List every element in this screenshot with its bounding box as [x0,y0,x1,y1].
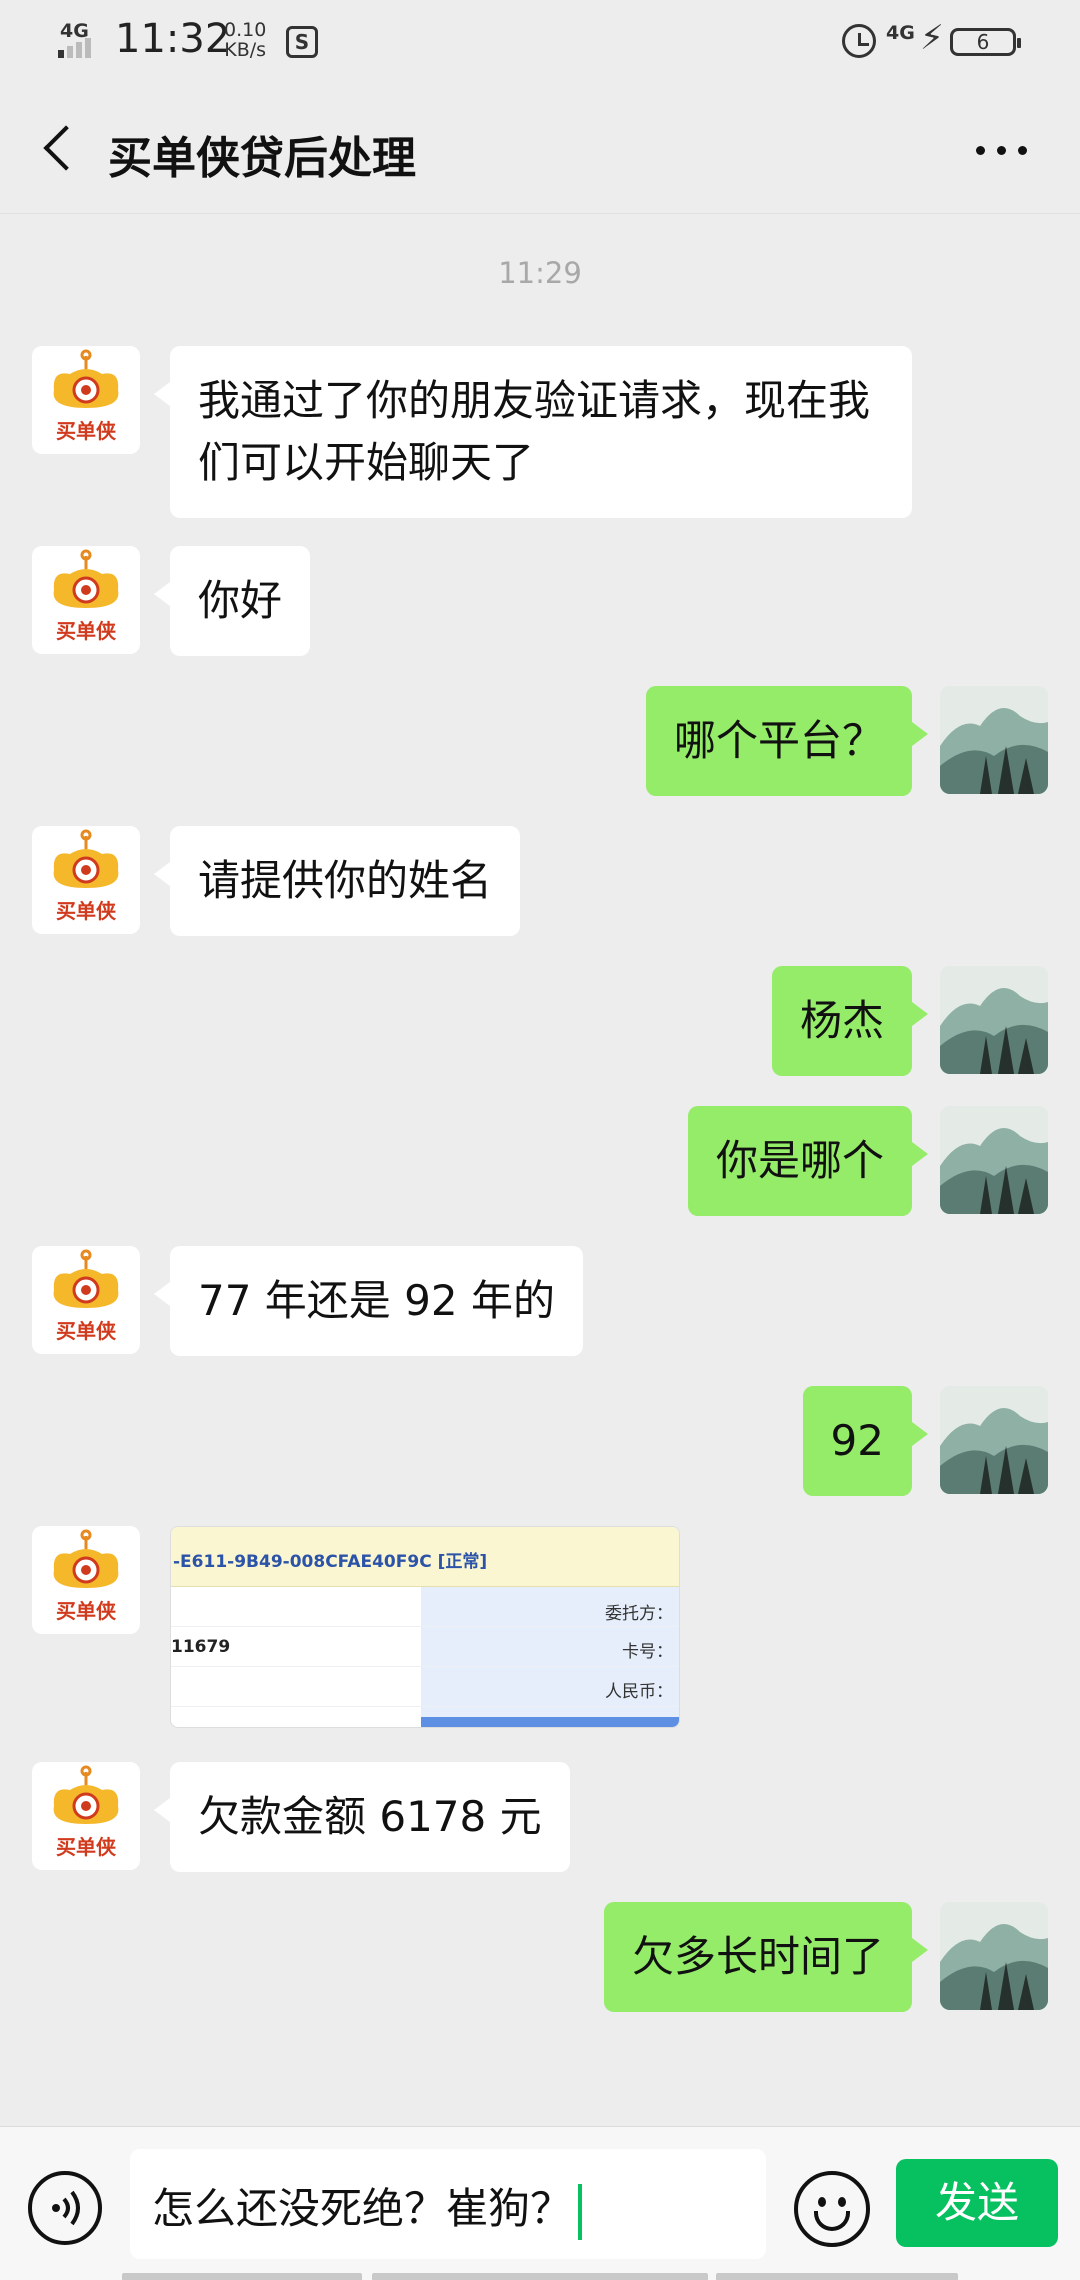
landscape-avatar-icon [940,966,1048,1074]
emoji-icon[interactable] [794,2171,870,2247]
send-button[interactable]: 发送 [896,2159,1058,2247]
image-label: 卡号： [622,1642,673,1662]
message-bubble-outgoing[interactable]: 92 [802,1386,929,1496]
battery-icon: 6 [950,28,1021,56]
message-input-text: 怎么还没死绝？崔狗？ [152,2184,573,2233]
contact-avatar[interactable]: 买单侠 [32,546,140,654]
nav-hint-bar [716,2273,958,2280]
message-bubble-outgoing[interactable]: 你是哪个 [687,1106,929,1216]
image-message[interactable]: -E611-9B49-008CFAE40F9C [正常] 委托方： 11679 … [170,1526,680,1728]
message-bubble-incoming[interactable]: 欠款金额 6178 元 [154,1762,570,1872]
contact-avatar[interactable]: 买单侠 [32,346,140,454]
self-avatar[interactable] [940,1386,1048,1494]
signal-icon: 4G [58,20,104,60]
back-chevron-icon[interactable] [36,124,86,174]
nav-hint-bar [122,2273,362,2280]
chat-title: 买单侠贷后处理 [108,133,416,184]
speed-value: 0.10 [224,19,267,41]
more-dots-icon[interactable] [976,146,1027,155]
image-label: 人民币： [605,1682,673,1702]
landscape-avatar-icon [940,1106,1048,1214]
message-input[interactable]: 怎么还没死绝？崔狗？ [130,2149,766,2259]
avatar-brand-text: 买单侠 [56,619,117,643]
landscape-avatar-icon [940,1902,1048,2010]
self-avatar[interactable] [940,686,1048,794]
contact-avatar[interactable]: 买单侠 [32,1246,140,1354]
maidanxia-logo-icon: 买单侠 [53,1529,119,1623]
avatar-brand-text: 买单侠 [56,899,117,923]
self-avatar[interactable] [940,966,1048,1074]
message-bubble-incoming[interactable]: 我通过了你的朋友验证请求，现在我们可以开始聊天了 [154,346,912,518]
voice-icon[interactable] [28,2171,102,2245]
input-bar: 怎么还没死绝？崔狗？ 发送 [0,2126,1080,2280]
image-row: 人民币： [171,1667,679,1707]
charging-bolt-icon: ⚡ [920,18,944,58]
message-bubble-incoming[interactable]: 请提供你的姓名 [153,826,521,936]
landscape-avatar-icon [940,1386,1048,1494]
message-timestamp: 11:29 [498,256,582,290]
chat-header: 买单侠贷后处理 [0,84,1080,214]
maidanxia-logo-icon: 买单侠 [53,829,119,923]
nav-hint-bar [372,2273,708,2280]
avatar-brand-text: 买单侠 [56,1599,117,1623]
self-avatar[interactable] [940,1902,1048,2010]
image-blue-bar [421,1717,679,1727]
message-bubble-outgoing[interactable]: 欠多长时间了 [603,1902,929,2012]
status-time: 11:32 [115,16,231,62]
network-speed: 0.10 KB/s [224,20,266,60]
image-number: 11679 [171,1637,231,1657]
image-label: 委托方： [605,1604,673,1624]
message-list[interactable]: 11:29 买单侠 我通过了你的朋友验证请求，现在我们可以开始聊天了 买单侠 你… [0,214,1080,2126]
avatar-brand-text: 买单侠 [56,419,117,443]
status-bar: 4G 11:32 0.10 KB/s S 4G ⚡ 6 [0,0,1080,84]
speed-unit: KB/s [224,39,267,61]
alarm-icon [842,24,876,58]
maidanxia-logo-icon: 买单侠 [53,1765,119,1859]
network-type-right: 4G [886,22,915,44]
maidanxia-logo-icon: 买单侠 [53,1249,119,1343]
notification-s-icon: S [286,26,318,58]
avatar-brand-text: 买单侠 [56,1835,117,1859]
message-bubble-incoming[interactable]: 你好 [153,546,311,656]
image-row: 11679 卡号： [171,1627,679,1667]
contact-avatar[interactable]: 买单侠 [32,1762,140,1870]
image-row: 委托方： [171,1587,679,1627]
maidanxia-logo-icon: 买单侠 [53,349,119,443]
message-bubble-incoming[interactable]: 77 年还是 92 年的 [154,1246,583,1356]
message-bubble-outgoing[interactable]: 哪个平台？ [645,686,929,796]
message-bubble-outgoing[interactable]: 杨杰 [771,966,929,1076]
maidanxia-logo-icon: 买单侠 [53,549,119,643]
landscape-avatar-icon [940,686,1048,794]
text-caret [578,2183,583,2240]
voice-wave-glyph [52,2190,80,2226]
contact-avatar[interactable]: 买单侠 [32,1526,140,1634]
avatar-brand-text: 买单侠 [56,1319,117,1343]
image-header-text: -E611-9B49-008CFAE40F9C [正常] [171,1527,679,1587]
self-avatar[interactable] [940,1106,1048,1214]
contact-avatar[interactable]: 买单侠 [32,826,140,934]
